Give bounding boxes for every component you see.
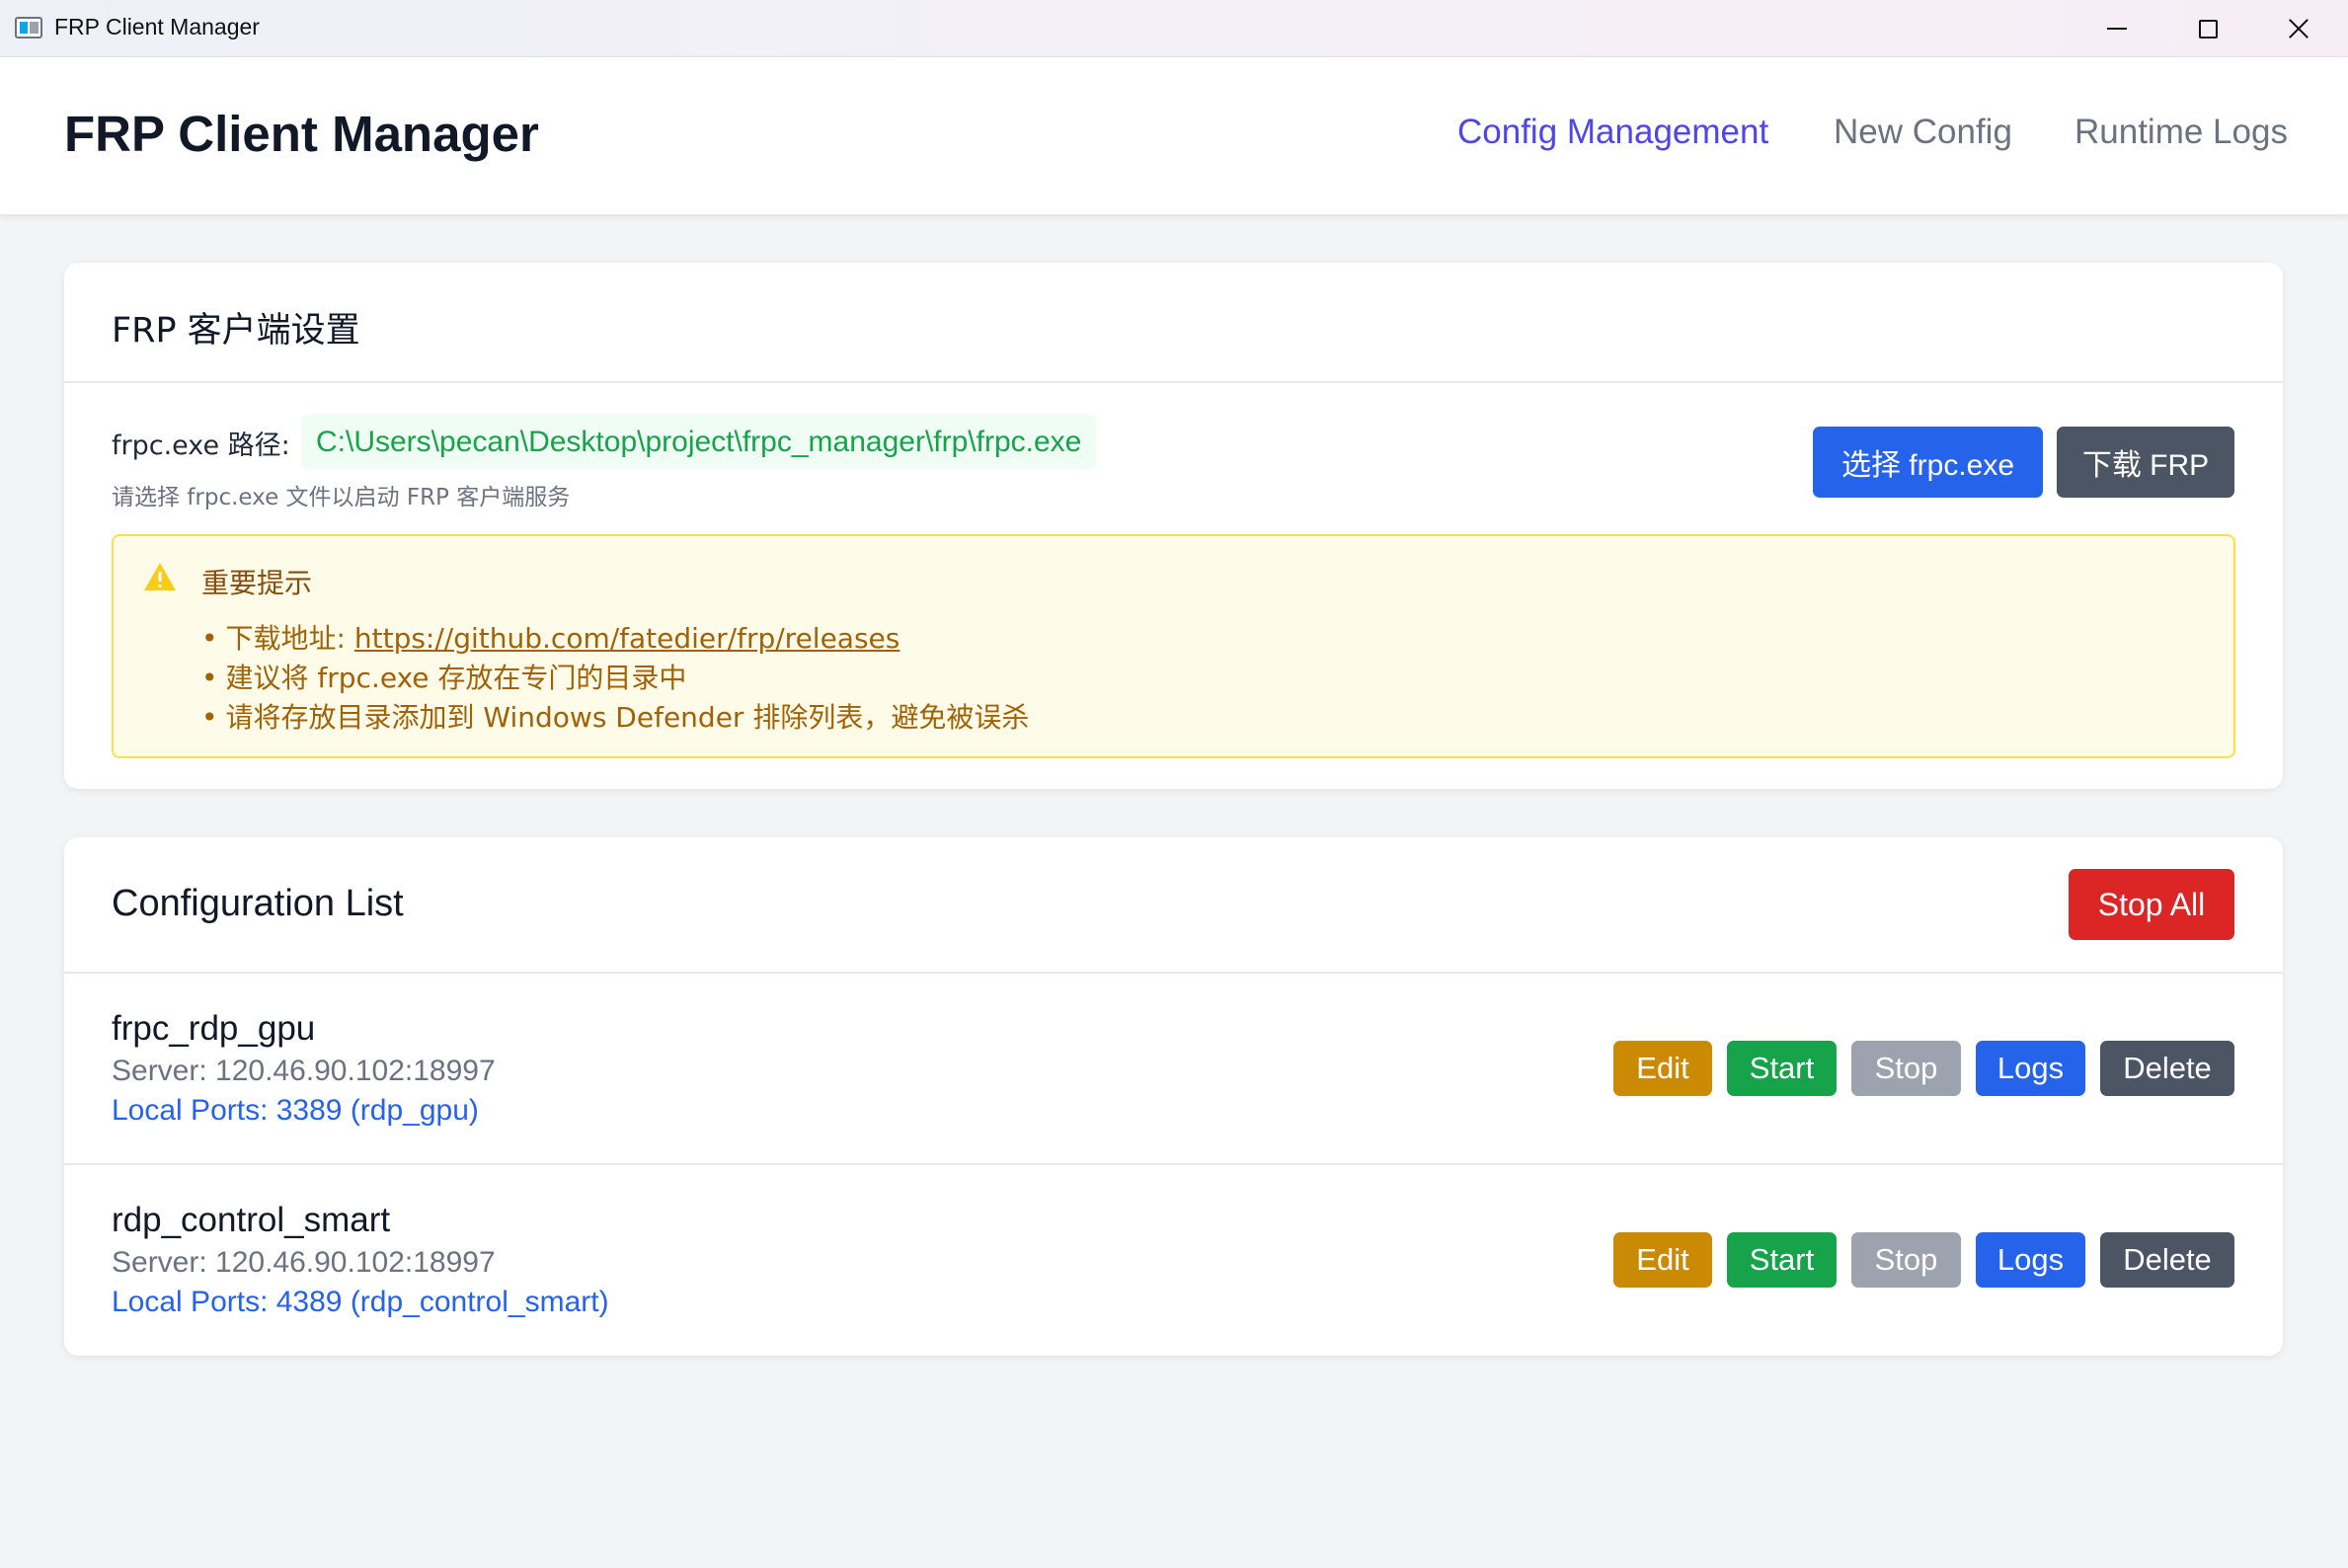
nav-new-config[interactable]: New Config: [1834, 113, 2012, 152]
notice-item-text: 请将存放目录添加到 Windows Defender 排除列表，避免被误杀: [225, 701, 1030, 734]
divider: [64, 381, 2283, 383]
nav-config-management[interactable]: Config Management: [1457, 113, 1768, 152]
minimize-icon: [2107, 28, 2127, 30]
app-icon: [15, 17, 42, 39]
edit-button[interactable]: Edit: [1613, 1232, 1712, 1288]
close-icon: [2288, 18, 2309, 39]
warning-icon: [144, 563, 176, 590]
config-local-ports: Local Ports: 3389 (rdp_gpu): [112, 1094, 479, 1127]
notice-title: 重要提示: [201, 567, 313, 599]
window-title: FRP Client Manager: [54, 14, 260, 39]
configuration-list-card: Configuration List Stop All frpc_rdp_gpu…: [64, 837, 2283, 1356]
delete-button[interactable]: Delete: [2100, 1041, 2234, 1096]
bullet: •: [201, 701, 218, 734]
frp-settings-card: FRP 客户端设置 frpc.exe 路径: C:\Users\pecan\De…: [64, 263, 2283, 789]
delete-button[interactable]: Delete: [2100, 1232, 2234, 1288]
path-label: frpc.exe 路径:: [112, 431, 290, 461]
logs-button[interactable]: Logs: [1976, 1041, 2085, 1096]
app-header: FRP Client Manager Config Management New…: [0, 57, 2348, 215]
notice-item-text: 建议将 frpc.exe 存放在专门的目录中: [225, 662, 687, 694]
edit-button[interactable]: Edit: [1613, 1041, 1712, 1096]
config-row: rdp_control_smart Server: 120.46.90.102:…: [64, 1165, 2283, 1355]
notice-item-defender: • 请将存放目录添加到 Windows Defender 排除列表，避免被误杀: [201, 696, 1029, 736]
config-row: frpc_rdp_gpu Server: 120.46.90.102:18997…: [64, 974, 2283, 1163]
config-server: Server: 120.46.90.102:18997: [112, 1246, 496, 1279]
bullet: •: [201, 622, 218, 655]
logs-button[interactable]: Logs: [1976, 1232, 2085, 1288]
settings-title: FRP 客户端设置: [112, 311, 360, 351]
stop-button[interactable]: Stop: [1851, 1232, 1961, 1288]
download-link[interactable]: https://github.com/fatedier/frp/releases: [354, 622, 900, 655]
minimize-button[interactable]: [2072, 0, 2162, 57]
stop-all-button[interactable]: Stop All: [2069, 869, 2234, 940]
download-prefix: 下载地址:: [225, 622, 354, 655]
path-hint: 请选择 frpc.exe 文件以启动 FRP 客户端服务: [112, 485, 571, 510]
start-button[interactable]: Start: [1727, 1232, 1837, 1288]
window-titlebar: FRP Client Manager: [0, 0, 2348, 57]
config-local-ports: Local Ports: 4389 (rdp_control_smart): [112, 1286, 609, 1318]
config-name: frpc_rdp_gpu: [112, 1009, 316, 1048]
config-list-title: Configuration List: [112, 883, 404, 924]
stop-button[interactable]: Stop: [1851, 1041, 1961, 1096]
app-title: FRP Client Manager: [64, 106, 539, 162]
bullet: •: [201, 662, 218, 694]
select-frpc-button[interactable]: 选择 frpc.exe: [1813, 427, 2043, 498]
notice-item-download: • 下载地址: https://github.com/fatedier/frp/r…: [201, 617, 900, 657]
start-button[interactable]: Start: [1727, 1041, 1837, 1096]
important-notice: 重要提示 • 下载地址: https://github.com/fatedier/…: [112, 534, 2235, 758]
close-button[interactable]: [2253, 0, 2344, 57]
config-name: rdp_control_smart: [112, 1201, 391, 1239]
notice-item-directory: • 建议将 frpc.exe 存放在专门的目录中: [201, 657, 686, 696]
frpc-path-value: C:\Users\pecan\Desktop\project\frpc_mana…: [301, 415, 1097, 469]
maximize-button[interactable]: [2162, 0, 2253, 57]
download-frp-button[interactable]: 下载 FRP: [2057, 427, 2234, 498]
config-server: Server: 120.46.90.102:18997: [112, 1055, 496, 1087]
maximize-icon: [2198, 19, 2218, 39]
nav-runtime-logs[interactable]: Runtime Logs: [2074, 113, 2288, 152]
